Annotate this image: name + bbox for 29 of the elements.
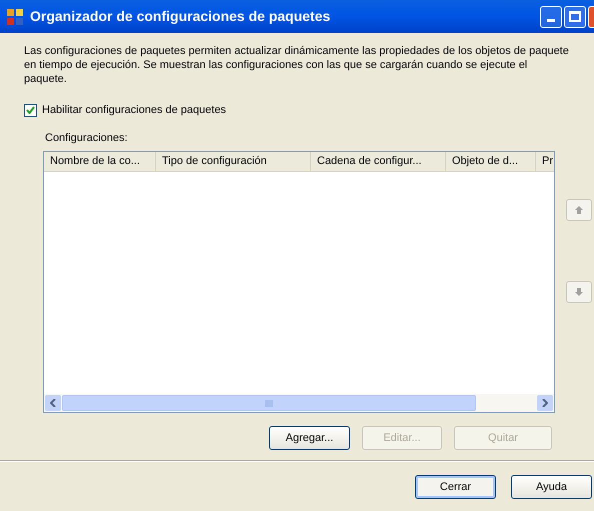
column-header[interactable]: Objeto de d... — [446, 152, 536, 171]
close-button[interactable] — [588, 6, 594, 28]
enable-checkbox[interactable] — [24, 104, 37, 117]
maximize-icon — [569, 11, 581, 22]
column-header[interactable]: Tipo de configuración — [156, 152, 311, 171]
down-arrow-icon — [575, 288, 583, 296]
column-header[interactable]: Cadena de configur... — [311, 152, 446, 171]
minimize-icon — [547, 18, 555, 22]
move-up-button[interactable] — [566, 199, 592, 221]
app-icon — [6, 8, 24, 26]
window-title: Organizador de configuraciones de paquetes — [30, 7, 330, 26]
scrollbar-thumb[interactable] — [62, 395, 476, 411]
grip-icon — [265, 400, 273, 406]
checkbox-label: Habilitar configuraciones de paquetes — [42, 103, 226, 118]
action-button[interactable]: Agregar... — [269, 426, 350, 450]
list-label: Configuraciones: — [45, 130, 129, 146]
maximize-button[interactable] — [564, 6, 586, 28]
up-arrow-icon — [575, 206, 583, 214]
column-header[interactable]: Pr — [536, 152, 554, 171]
scroll-right-button[interactable] — [537, 395, 553, 411]
check-icon — [26, 106, 35, 114]
dialog-button[interactable]: Ayuda — [511, 475, 592, 499]
dialog-button[interactable]: Cerrar — [415, 475, 496, 499]
move-down-button[interactable] — [566, 281, 592, 303]
configurations-list[interactable]: Nombre de la co... Tipo de configuración Cadena de configur... Objeto de d... Pr — [43, 151, 555, 413]
description-text: Las configuraciones de paquetes permiten actualizar dinámicamente las propiedades de los objetos de paquete en tiempo de ejecución. Se muestran las configuraciones con las que se cargarán cuando se ejecute el paquete. — [24, 44, 569, 86]
minimize-button[interactable] — [540, 6, 562, 28]
scroll-left-button[interactable] — [45, 395, 61, 411]
column-header[interactable]: Nombre de la co... — [44, 152, 156, 171]
